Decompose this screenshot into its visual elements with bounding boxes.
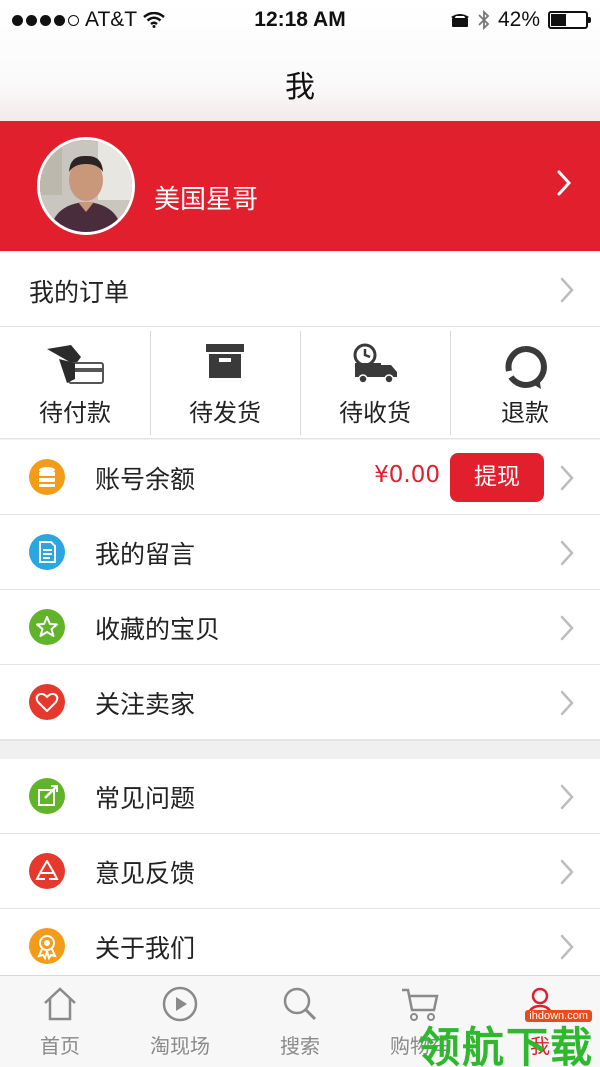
tab-label: 淘现场 — [150, 1034, 210, 1058]
tab-label: 搜索 — [280, 1034, 320, 1058]
tab-home[interactable]: 首页 — [0, 976, 120, 1067]
order-pending-shipment[interactable]: 待发货 — [150, 327, 300, 439]
my-orders-label: 我的订单 — [29, 278, 130, 307]
withdraw-button[interactable]: 提现 — [450, 453, 544, 502]
order-label: 退款 — [501, 399, 549, 427]
heart-icon — [29, 684, 65, 720]
balance-amount: ¥0.00 — [374, 462, 440, 488]
menu-label: 关于我们 — [95, 934, 196, 963]
menu-label: 我的留言 — [95, 540, 196, 569]
watermark-text: 领航下载 — [418, 1023, 595, 1067]
menu-item-about[interactable]: 关于我们 — [0, 909, 600, 975]
coins-icon — [29, 459, 65, 495]
menu-label: 账号余额 — [95, 465, 196, 494]
play-icon — [162, 986, 198, 1026]
menu-label: 关注卖家 — [95, 690, 196, 719]
my-orders-row[interactable]: 我的订单 — [0, 252, 600, 327]
chevron-right-icon — [560, 277, 574, 303]
menu-label: 意见反馈 — [95, 859, 196, 888]
menu-item-messages[interactable]: 我的留言 — [0, 515, 600, 590]
menu-item-feedback[interactable]: 意见反馈 — [0, 834, 600, 909]
avatar[interactable] — [37, 137, 135, 235]
badge-icon — [29, 928, 65, 964]
order-label: 待付款 — [39, 399, 111, 427]
top-header: AT&T 12:18 AM 42% 我 — [0, 0, 600, 121]
chevron-right-icon — [560, 784, 574, 810]
refund-icon — [501, 343, 549, 395]
battery-percent: 42% — [497, 8, 540, 31]
status-bar: AT&T 12:18 AM 42% — [0, 0, 600, 40]
chevron-right-icon — [560, 690, 574, 716]
battery-icon — [548, 11, 591, 29]
menu-item-faq[interactable]: 常见问题 — [0, 759, 600, 834]
tab-label: 首页 — [40, 1034, 80, 1058]
menu-item-favorites[interactable]: 收藏的宝贝 — [0, 590, 600, 665]
watermark-logo: ihdown.com 领航下载 — [414, 1002, 600, 1067]
home-icon — [42, 986, 78, 1026]
card-payment-icon — [45, 343, 105, 391]
box-icon — [205, 343, 245, 383]
chevron-right-icon — [560, 540, 574, 566]
menu-label: 常见问题 — [95, 784, 196, 813]
tab-search[interactable]: 搜索 — [240, 976, 360, 1067]
star-icon — [29, 609, 65, 645]
delivery-truck-icon — [351, 343, 399, 389]
order-status-grid: 待付款 待发货 待收货 退款 — [0, 327, 600, 439]
order-refund[interactable]: 退款 — [450, 327, 600, 439]
order-label: 待发货 — [189, 399, 261, 427]
username: 美国星哥 — [154, 185, 259, 215]
recycle-icon — [29, 853, 65, 889]
section-divider — [0, 740, 600, 760]
profile-header[interactable]: 美国星哥 — [0, 121, 600, 251]
tab-live[interactable]: 淘现场 — [120, 976, 240, 1067]
order-label: 待收货 — [339, 399, 411, 427]
page-title: 我 — [285, 70, 315, 105]
chevron-right-icon — [556, 169, 572, 201]
chevron-right-icon — [560, 615, 574, 641]
order-pending-receipt[interactable]: 待收货 — [300, 327, 450, 439]
edit-icon — [29, 778, 65, 814]
order-pending-payment[interactable]: 待付款 — [0, 327, 150, 439]
menu-label: 收藏的宝贝 — [95, 615, 221, 644]
bluetooth-icon — [478, 10, 490, 30]
document-icon — [29, 534, 65, 570]
chevron-right-icon — [560, 859, 574, 885]
search-icon — [282, 986, 318, 1026]
status-right: 42% — [450, 8, 591, 32]
menu-item-balance[interactable]: 账号余额 ¥0.00 提现 — [0, 440, 600, 515]
chevron-right-icon — [560, 934, 574, 960]
chevron-right-icon — [560, 465, 574, 491]
phone-tty-icon — [450, 14, 469, 27]
menu-item-followed-sellers[interactable]: 关注卖家 — [0, 665, 600, 740]
